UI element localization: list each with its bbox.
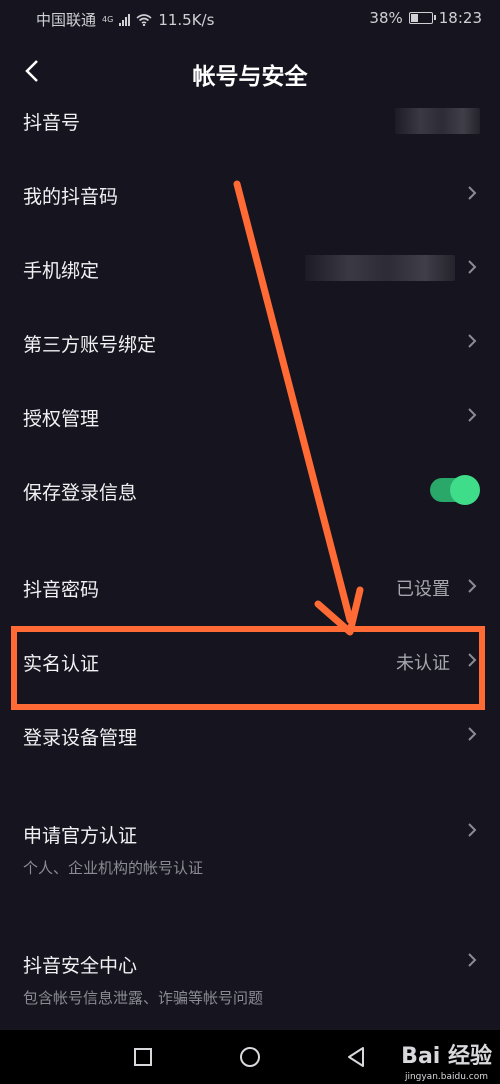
home-icon[interactable] (237, 1044, 263, 1070)
highlight-box (11, 626, 485, 710)
save-login-toggle[interactable] (430, 475, 480, 505)
watermark-url: jingyan.baidu.com (404, 1072, 488, 1082)
chevron-right-icon (468, 334, 477, 348)
row-phone-binding[interactable]: 手机绑定 (0, 238, 500, 298)
row-label: 抖音安全中心 (23, 955, 138, 977)
page-title: 帐号与安全 (192, 64, 308, 90)
row-authorization[interactable]: 授权管理 (0, 386, 500, 446)
row-label: 登录设备管理 (23, 727, 138, 749)
redacted-value (395, 108, 480, 134)
battery-icon (408, 12, 436, 24)
row-my-qrcode[interactable]: 我的抖音码 (0, 164, 500, 224)
row-official-verification[interactable]: 申请官方认证 个人、企业机构的帐号认证 (0, 800, 500, 890)
row-security-center[interactable]: 抖音安全中心 包含帐号信息泄露、诈骗等帐号问题 (0, 930, 500, 1020)
row-subtitle: 个人、企业机构的帐号认证 (23, 859, 204, 877)
chevron-right-icon (468, 823, 477, 837)
watermark-logo: Bai 经验 (401, 1044, 492, 1069)
battery-percent: 38% (369, 9, 403, 27)
row-label: 第三方账号绑定 (23, 334, 157, 356)
system-nav-bar: Bai 经验 jingyan.baidu.com (0, 1030, 500, 1084)
row-label: 申请官方认证 (23, 825, 138, 847)
chevron-right-icon (468, 727, 477, 741)
network-speed: 11.5K/s (158, 10, 215, 29)
row-label: 我的抖音码 (23, 186, 119, 208)
clock: 18:23 (438, 9, 482, 27)
row-label: 授权管理 (23, 408, 100, 430)
chevron-right-icon (468, 953, 477, 967)
status-bar: 中国联通 4G 11.5K/s 38% 18:23 (0, 0, 500, 36)
row-label: 抖音号 (23, 112, 81, 134)
row-third-party-binding[interactable]: 第三方账号绑定 (0, 312, 500, 372)
recent-apps-icon[interactable] (130, 1044, 156, 1070)
wifi-icon (136, 13, 152, 26)
row-label: 手机绑定 (23, 260, 100, 282)
row-device-management[interactable]: 登录设备管理 (0, 705, 500, 765)
chevron-right-icon (468, 260, 477, 274)
row-label: 抖音密码 (23, 579, 100, 601)
row-douyin-id[interactable]: 抖音号 (0, 94, 500, 154)
redacted-value (305, 255, 455, 281)
chevron-right-icon (468, 579, 477, 593)
back-icon[interactable] (343, 1044, 369, 1070)
row-value: 已设置 (396, 579, 450, 600)
chevron-right-icon (468, 186, 477, 200)
chevron-right-icon (468, 408, 477, 422)
toggle-knob (450, 475, 480, 505)
carrier-label: 中国联通 (36, 11, 97, 29)
signal-icon (119, 13, 131, 26)
network-type: 4G (102, 15, 114, 24)
annotation-arrow (233, 180, 364, 636)
row-save-login: 保存登录信息 (0, 460, 500, 520)
row-password[interactable]: 抖音密码 已设置 (0, 557, 500, 617)
row-subtitle: 包含帐号信息泄露、诈骗等帐号问题 (23, 989, 264, 1007)
row-label: 保存登录信息 (23, 482, 138, 504)
